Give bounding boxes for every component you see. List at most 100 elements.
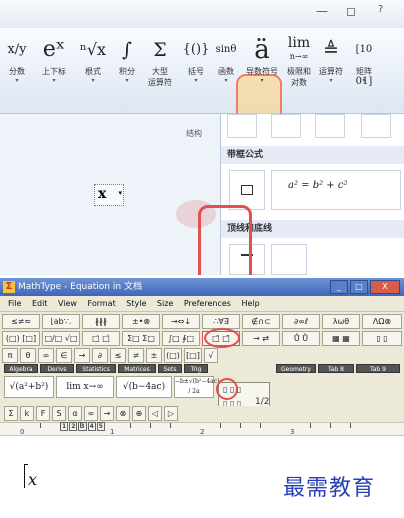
equation-dropdown-icon[interactable]: ▾ — [118, 189, 122, 197]
symbol-arrow[interactable]: → — [74, 348, 90, 363]
symbol-oplus[interactable]: ⊕ — [132, 406, 146, 421]
symbol-partial[interactable]: ∂ — [92, 348, 108, 363]
palette-sums[interactable]: Σ□ Σ□ — [122, 331, 160, 346]
fraction-button[interactable]: x/y 分数 ▾ — [2, 34, 32, 85]
palette-matrices[interactable]: ▦ ▦ — [322, 331, 360, 346]
gallery-item[interactable] — [361, 114, 391, 138]
palette-logic[interactable]: ∴∀∃ — [202, 314, 240, 329]
menu-edit[interactable]: Edit — [32, 296, 48, 311]
symbol-left-triangle[interactable]: ◁ — [148, 406, 162, 421]
integral-button[interactable]: ∫ 积分 ▾ — [112, 34, 142, 85]
tab-8[interactable]: Tab 8 — [318, 364, 354, 373]
symbol-sigma[interactable]: Σ — [4, 406, 18, 421]
equation-placeholder[interactable]: x ▾ — [94, 184, 124, 206]
limit-log-label: 极限和 对数 — [287, 67, 311, 87]
palette-fences[interactable]: (□) [□] — [2, 331, 40, 346]
template-quadratic[interactable]: −b±√(b²−4ac) / 2a — [174, 376, 219, 398]
minimize-button[interactable]: _ — [330, 280, 348, 294]
symbol-theta[interactable]: θ — [20, 348, 36, 363]
bracket-button[interactable]: {()} 括号 ▾ — [180, 34, 212, 85]
menu-format[interactable]: Format — [88, 296, 116, 311]
menu-style[interactable]: Style — [126, 296, 146, 311]
template-parens[interactable]: (□) — [164, 348, 182, 363]
large-operator-button[interactable]: Σ 大型 运算符 — [144, 34, 176, 88]
symbol-element[interactable]: ∈ — [56, 348, 72, 363]
tab-statistics[interactable]: Statistics — [76, 364, 116, 373]
menu-help[interactable]: Help — [241, 296, 259, 311]
palette-embellish[interactable]: ∦∦∦ — [82, 314, 120, 329]
symbol-neq[interactable]: ≠ — [128, 348, 144, 363]
symbol-f[interactable]: F — [36, 406, 50, 421]
palette-fractions[interactable]: □/□ √□ — [42, 331, 80, 346]
minimize-icon[interactable]: — — [316, 4, 328, 18]
palette-labeled-arrows[interactable]: → ⇄ — [242, 331, 280, 346]
palette-spaces[interactable]: ⌊ab∵. — [42, 314, 80, 329]
boxed-formula-item[interactable] — [229, 170, 265, 210]
template-root[interactable]: √ — [204, 348, 218, 363]
gallery-item[interactable] — [315, 114, 345, 138]
symbol-pi[interactable]: π — [2, 348, 18, 363]
palette-misc[interactable]: ∂∞ℓ — [282, 314, 320, 329]
restore-icon[interactable]: ◻ — [346, 4, 356, 18]
palette-operators[interactable]: ±•⊗ — [122, 314, 160, 329]
symbol-alpha[interactable]: α — [68, 406, 82, 421]
tab-algebra[interactable]: Algebra — [4, 364, 38, 373]
palette-arrows[interactable]: →⇔↓ — [162, 314, 200, 329]
symbol-infinity-2[interactable]: ∞ — [84, 406, 98, 421]
script-button[interactable]: eˣ 上下标 ▾ — [36, 34, 72, 85]
tab-geometry[interactable]: Geometry — [276, 364, 316, 373]
underbar-item[interactable] — [271, 244, 307, 275]
tab-trig[interactable]: Trig — [184, 364, 208, 373]
menu-view[interactable]: View — [58, 296, 77, 311]
symbol-plusminus[interactable]: ± — [146, 348, 162, 363]
close-button[interactable]: X — [370, 280, 400, 294]
palette-sets[interactable]: ∉∩⊂ — [242, 314, 280, 329]
function-button[interactable]: sinθ 函数 ▾ — [212, 34, 240, 85]
palette-boxes[interactable]: ▯ ▯ — [362, 331, 402, 346]
symbol-right-triangle[interactable]: ▷ — [164, 406, 178, 421]
template-brackets[interactable]: [□] — [184, 348, 202, 363]
maximize-button[interactable]: □ — [350, 280, 368, 294]
menu-size[interactable]: Size — [157, 296, 173, 311]
tab-derivs[interactable]: Derivs — [40, 364, 74, 373]
palette-products[interactable]: Ů Ů — [282, 331, 320, 346]
matrix-icon: [10 01] — [355, 44, 373, 87]
script-label: 上下标 — [42, 67, 66, 76]
palette-relations[interactable]: ≤≠≈ — [2, 314, 40, 329]
menu-file[interactable]: File — [8, 296, 21, 311]
limit-log-button[interactable]: lim n→∞ 极限和 对数 — [283, 34, 315, 88]
symbol-otimes[interactable]: ⊗ — [116, 406, 130, 421]
template-sqrt-discriminant[interactable]: √(b−4ac) — [116, 376, 172, 398]
template-limit[interactable]: lim x→∞ — [56, 376, 114, 398]
radical-button[interactable]: ⁿ√x 根式 ▾ — [76, 34, 110, 85]
gallery-item[interactable] — [271, 114, 301, 138]
palette-integrals[interactable]: ∫□ ∮□ — [162, 331, 200, 346]
size-button-4[interactable]: 4 — [87, 422, 96, 431]
size-button-1[interactable]: 1 — [60, 422, 69, 431]
chevron-down-icon: ▾ — [194, 77, 198, 84]
symbol-s[interactable]: S — [52, 406, 66, 421]
matrix-button[interactable]: [10 01] 矩阵 ▾ — [348, 34, 380, 87]
template-pythagorean[interactable]: √(a²+b²) — [4, 376, 54, 398]
palette-subscripts[interactable]: □̇ □̈ — [82, 331, 120, 346]
accent-button[interactable]: ä 导数符号 ▾ — [243, 34, 281, 85]
symbol-leq[interactable]: ≤ — [110, 348, 126, 363]
palette-greek-lower[interactable]: λωθ — [322, 314, 360, 329]
symbol-arrow-2[interactable]: → — [100, 406, 114, 421]
help-icon[interactable]: ? — [378, 4, 383, 15]
size-button-2[interactable]: 2 — [69, 422, 78, 431]
symbol-k[interactable]: k — [20, 406, 34, 421]
gallery-item[interactable] — [227, 114, 257, 138]
script-icon: eˣ — [42, 37, 66, 62]
size-button-5[interactable]: 5 — [96, 422, 105, 431]
tab-sets[interactable]: Sets — [158, 364, 182, 373]
large-operator-label: 大型 运算符 — [148, 67, 172, 87]
operator-button[interactable]: ≜ 运算符 ▾ — [315, 34, 347, 85]
palette-greek-upper[interactable]: ΛΩ⊗ — [362, 314, 402, 329]
symbol-infinity[interactable]: ∞ — [38, 348, 54, 363]
integral-icon: ∫ — [122, 39, 132, 61]
tab-9[interactable]: Tab 9 — [356, 364, 400, 373]
menu-preferences[interactable]: Preferences — [184, 296, 231, 311]
mathtype-title: MathType - Equation in 文档 — [18, 282, 142, 292]
tab-matrices[interactable]: Matrices — [118, 364, 156, 373]
